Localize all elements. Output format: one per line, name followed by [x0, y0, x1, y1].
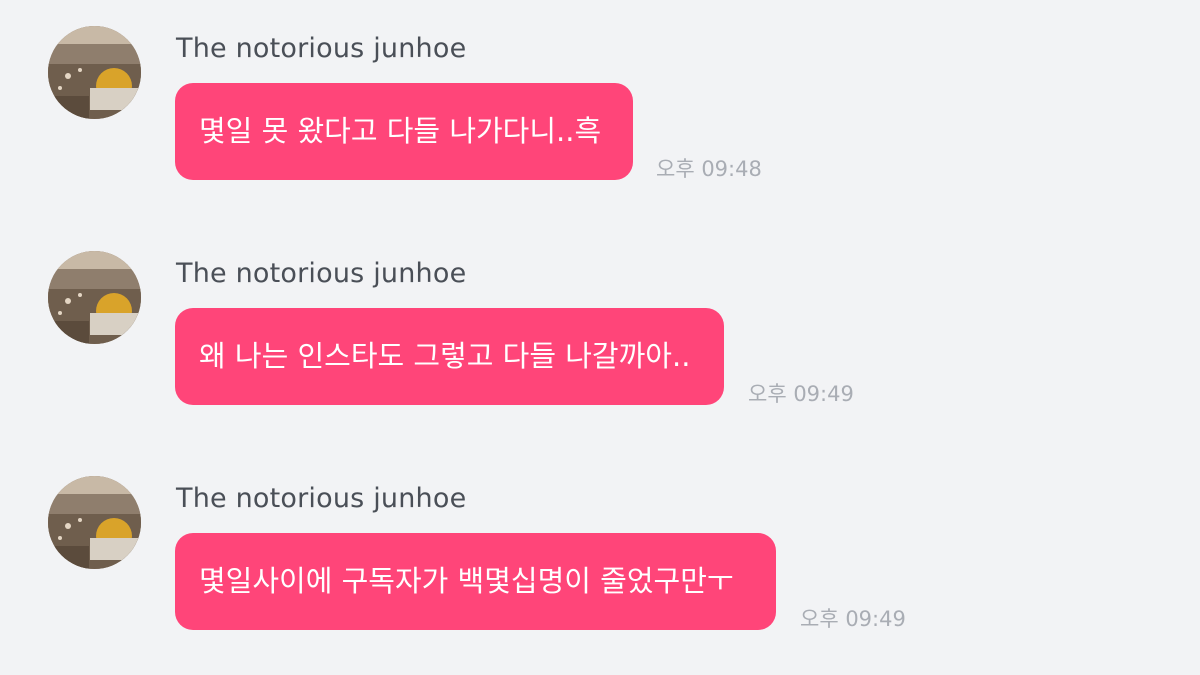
- sender-name: The notorious junhoe: [176, 33, 467, 64]
- message-bubble[interactable]: 왜 나는 인스타도 그렇고 다들 나갈까아..: [175, 308, 724, 405]
- message-timestamp: 오후 09:48: [656, 157, 762, 181]
- avatar-photo-icon: [48, 251, 141, 344]
- avatar-photo-icon: [48, 476, 141, 569]
- chat-message: The notorious junhoe 왜 나는 인스타도 그렇고 다들 나갈…: [0, 225, 1200, 450]
- avatar[interactable]: [48, 26, 141, 119]
- message-timestamp: 오후 09:49: [800, 607, 906, 631]
- sender-name: The notorious junhoe: [176, 258, 467, 289]
- chat-message: The notorious junhoe 몇일사이에 구독자가 백몇십명이 줄었…: [0, 450, 1200, 675]
- avatar-photo-icon: [48, 26, 141, 119]
- message-timestamp: 오후 09:49: [748, 382, 854, 406]
- chat-message: The notorious junhoe 몇일 못 왔다고 다들 나가다니..흑…: [0, 0, 1200, 225]
- sender-name: The notorious junhoe: [176, 483, 467, 514]
- message-bubble[interactable]: 몇일 못 왔다고 다들 나가다니..흑: [175, 83, 633, 180]
- message-bubble[interactable]: 몇일사이에 구독자가 백몇십명이 줄었구만ㅜ: [175, 533, 776, 630]
- avatar[interactable]: [48, 476, 141, 569]
- avatar[interactable]: [48, 251, 141, 344]
